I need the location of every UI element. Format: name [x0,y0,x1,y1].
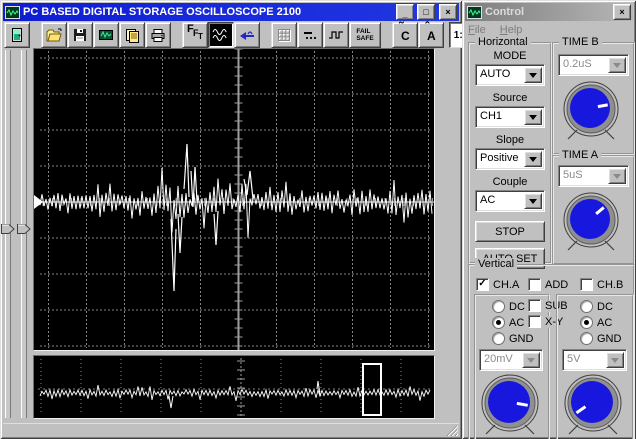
stop-button[interactable]: STOP [475,221,545,242]
control-app-icon [467,5,482,19]
fft-icon: F F T [187,23,203,41]
main-scope-plot [37,48,434,350]
time-b-knob[interactable] [559,78,623,149]
ch-b-settings-box: DC AC GND 5V [556,294,634,439]
mode-select[interactable]: AUTO [475,64,545,86]
dropdown-arrow-icon[interactable] [524,151,542,167]
trigger-marker[interactable] [34,195,43,212]
dropdown-arrow-icon[interactable] [608,168,626,184]
line-dots-icon [304,32,317,40]
ch-b-range-select[interactable]: 5V [562,349,627,371]
ch-a-checkbox[interactable]: CH.A [476,278,519,291]
ch-a-dc-radio[interactable]: DC [492,300,525,313]
window-title: PC BASED DIGITAL STORAGE OSCILLOSCOPE 21… [23,6,302,18]
save-floppy-icon [74,29,86,41]
menu-help[interactable]: Help [500,24,523,36]
failsafe-button[interactable]: FAIL SAFE [349,22,381,48]
ch-a-ac-radio[interactable]: AC [492,316,524,329]
dotted-trace-button[interactable] [297,22,323,48]
time-b-select[interactable]: 0.2uS [558,54,629,76]
undo-wave-icon [239,30,254,40]
resize-grip[interactable] [445,424,458,436]
couple-select[interactable]: AC [475,190,545,212]
time-a-knob[interactable] [559,189,623,260]
zoom-selection-box[interactable] [362,363,382,416]
add-checkbox[interactable]: ADD [528,278,568,291]
scope-screen-icon [99,30,113,40]
dropdown-arrow-icon[interactable] [524,109,542,125]
recall-wave-button[interactable] [234,22,260,48]
printer-icon [151,28,165,42]
ch-b-checkbox[interactable]: CH.B [580,278,623,291]
ch-b-gnd-radio[interactable]: GND [580,332,621,345]
time-a-select[interactable]: 5uS [558,165,629,187]
ch-a-range-select[interactable]: 20mV [479,349,543,371]
app-icon [5,5,20,19]
waveform-mode-button[interactable] [208,22,234,48]
menu-file[interactable]: File [468,24,486,36]
vertical-group: Vertical CH.A ADD CH.B DC [468,258,635,439]
control-close-button[interactable]: × [613,4,631,20]
ch-a-slider-thumb[interactable] [1,224,15,234]
cal-c-button[interactable]: ˜ C [392,19,418,48]
horizontal-group: Horizontal MODE AUTO Source CH1 Slope Po… [468,36,552,269]
minimize-button[interactable]: _ [396,4,414,20]
dual-wave-icon [212,29,227,41]
grid-toggle-button[interactable] [271,22,297,48]
horizontal-group-label: Horizontal [475,36,531,48]
vertical-group-label: Vertical [475,258,518,270]
cal-a-button[interactable]: ˆ A [418,19,444,48]
pulse-mode-button[interactable] [323,22,349,48]
grid-icon [278,29,290,41]
control-window: Control × File Help Horizontal MODE AUTO… [462,0,636,439]
control-titlebar: Control × [465,3,633,21]
time-a-group: TIME A 5uS [552,149,635,265]
cal-a-icon: ˆ A [425,19,436,43]
open-folder-icon [46,28,62,41]
open-button[interactable] [41,22,67,48]
ch-b-slider-thumb[interactable] [17,224,31,234]
ch-b-dc-radio[interactable]: DC [580,300,613,313]
slope-select[interactable]: Positive [475,148,545,170]
slope-label: Slope [495,134,525,146]
ch-b-gain-knob[interactable] [562,372,624,439]
ch-a-gain-knob[interactable] [479,372,541,439]
source-select[interactable]: CH1 [475,106,545,128]
main-window: PC BASED DIGITAL STORAGE OSCILLOSCOPE 21… [0,0,501,439]
cal-c-icon: ˜ C [399,19,410,43]
exit-door-icon [12,28,22,42]
dropdown-arrow-icon[interactable] [522,352,540,368]
step-wave-icon [329,31,343,39]
toolbar: F F T FAIL SAFE ˜ C ˆ A 1:1 [4,19,501,48]
notes-icon [126,28,139,43]
source-label: Source [492,92,528,104]
main-scope-display [33,48,435,351]
main-titlebar: PC BASED DIGITAL STORAGE OSCILLOSCOPE 21… [3,3,459,21]
exit-button[interactable] [4,22,30,48]
time-b-group-label: TIME B [559,36,602,48]
failsafe-label: FAIL SAFE [356,28,374,42]
ch-a-gnd-radio[interactable]: GND [492,332,533,345]
dropdown-arrow-icon[interactable] [608,57,626,73]
print-button[interactable] [145,22,171,48]
dropdown-arrow-icon[interactable] [524,193,542,209]
ch-b-ac-radio[interactable]: AC [580,316,612,329]
dropdown-arrow-icon[interactable] [606,352,624,368]
overview-scope-display [33,355,435,419]
close-button[interactable]: × [439,4,457,20]
dropdown-arrow-icon[interactable] [524,67,542,83]
copy-button[interactable] [119,22,145,48]
status-bar [3,423,459,436]
time-a-group-label: TIME A [559,149,602,161]
couple-label: Couple [492,176,528,188]
save-button[interactable] [67,22,93,48]
control-window-title: Control [485,6,525,18]
maximize-button[interactable]: □ [417,4,435,20]
mode-label: MODE [493,50,527,62]
time-b-group: TIME B 0.2uS [552,36,635,155]
desktop: PC BASED DIGITAL STORAGE OSCILLOSCOPE 21… [0,0,636,439]
fft-button[interactable]: F F T [182,22,208,48]
snapshot-button[interactable] [93,22,119,48]
